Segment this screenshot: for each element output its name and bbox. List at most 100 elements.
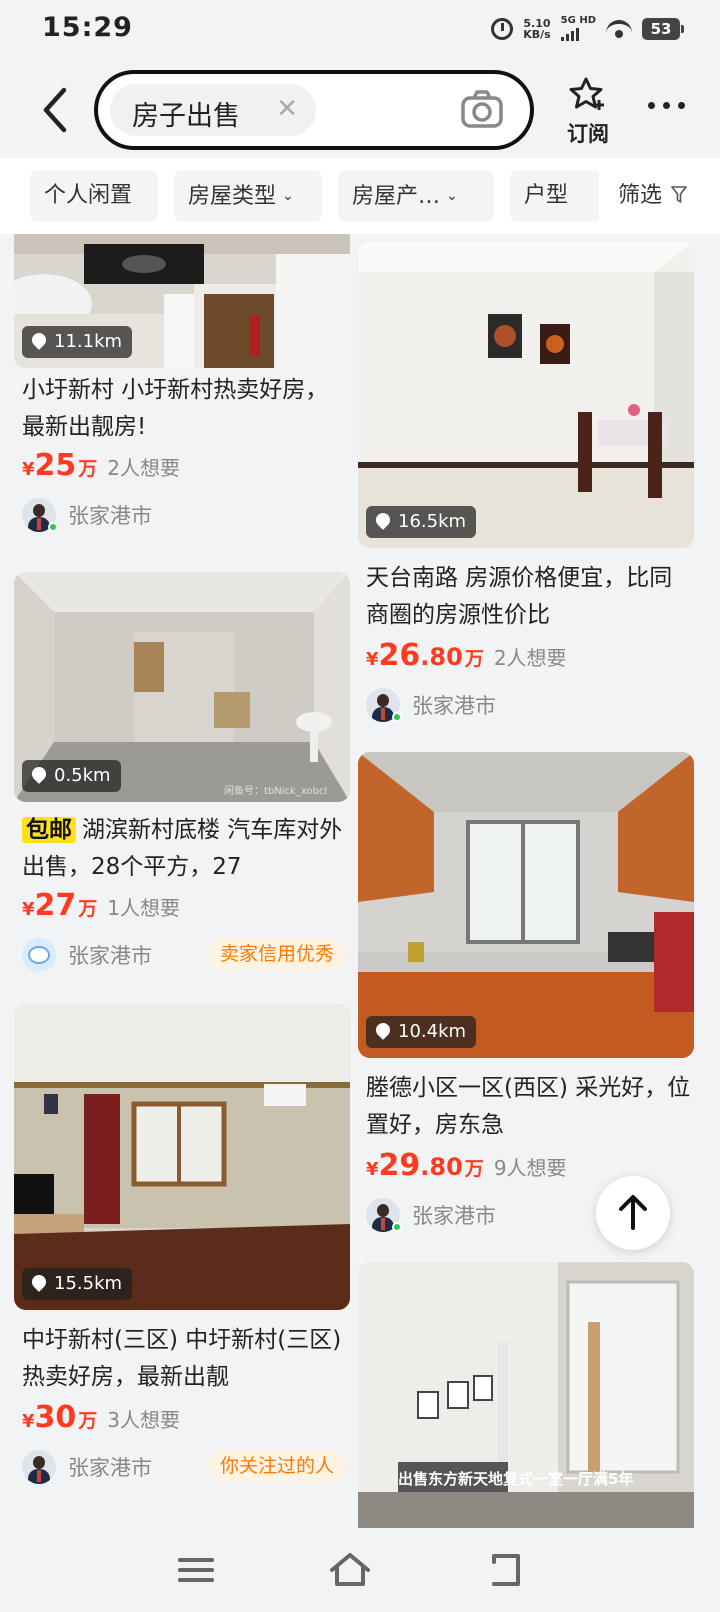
home-icon[interactable]	[326, 1546, 374, 1594]
menu-icon[interactable]	[172, 1546, 220, 1594]
photo-caption: 出售东方新天地复式一室一厅满5年	[398, 1470, 633, 1488]
distance-badge: 10.4km	[366, 1016, 477, 1048]
distance-badge: 16.5km	[366, 506, 477, 538]
filter-label: 房屋类型	[188, 184, 277, 209]
network-indicator: 5G HD	[560, 15, 596, 41]
online-indicator	[392, 712, 402, 722]
scroll-to-top-button[interactable]	[596, 1176, 670, 1250]
chevron-down-icon: ⌄	[446, 188, 458, 204]
price-value: 30	[34, 1400, 77, 1435]
listing-title: 小圩新村 小圩新村热卖好房，最新出靓房!	[22, 377, 329, 440]
listing-price: ¥26.80 万 2人想要	[366, 638, 567, 678]
listing-title: 包邮 湖滨新村底楼 汽车库对外出售，28个平方，27	[22, 812, 348, 886]
net-speed-value: 5.10	[523, 16, 551, 30]
avatar	[22, 938, 56, 972]
wants-count: 1人想要	[107, 896, 181, 920]
subscribe-label: 订阅	[567, 122, 609, 146]
seller-city: 张家港市	[68, 504, 152, 528]
price-value: 29	[378, 1148, 421, 1183]
funnel-icon	[671, 186, 687, 203]
price-unit: 万	[464, 1158, 484, 1180]
online-indicator	[392, 1222, 402, 1232]
status-time: 15:29	[42, 12, 133, 43]
price-value: 27	[34, 888, 77, 923]
search-header: 房子出售 ✕ 订阅	[0, 62, 720, 158]
currency-symbol: ¥	[366, 649, 379, 670]
network-label: 5G HD	[560, 15, 596, 26]
listing-photo: 闲鱼号：tbNick_xobcl 0.5km	[14, 572, 350, 802]
net-speed-unit: KB/s	[523, 27, 551, 41]
listing-card[interactable]: 闲鱼号：tbNick_xobcl 0.5km 包邮 湖滨新村底楼 汽车库对外出售，…	[14, 572, 350, 982]
filter-bar: 个人闲置 房屋类型 ⌄ 房屋产… ⌄ 户型 筛选	[0, 158, 720, 234]
wants-count: 2人想要	[493, 646, 567, 670]
listing-photo: 出售东方新天地复式一室一厅满5年	[358, 1262, 694, 1528]
filter-personal-idle[interactable]: 个人闲置	[30, 170, 158, 222]
filter-more-label: 筛选	[618, 183, 663, 208]
listing-card[interactable]: 16.5km 天台南路 房源价格便宜，比同商圈的房源性价比 ¥26.80 万 2人想…	[358, 242, 694, 728]
seller-row[interactable]: 张家港市	[22, 496, 348, 536]
net-speed: 5.10 KB/s	[523, 18, 550, 40]
battery-icon: 53	[642, 17, 684, 40]
status-icons: 5.10 KB/s 5G HD 53	[491, 15, 684, 41]
price-unit: 万	[464, 648, 484, 670]
filter-house-type[interactable]: 房屋类型 ⌄	[174, 170, 322, 222]
listing-price: ¥25 万 2人想要	[22, 448, 180, 488]
system-nav-bar	[0, 1528, 720, 1612]
price-unit: 万	[78, 1410, 98, 1432]
currency-symbol: ¥	[22, 459, 35, 480]
listing-photo: 10.4km	[358, 752, 694, 1058]
price-value: 26	[378, 638, 421, 673]
photo-watermark: 闲鱼号：tbNick_xobcl	[224, 784, 327, 797]
seller-row[interactable]: 张家港市 你关注过的人	[22, 1448, 348, 1488]
avatar	[22, 1450, 56, 1484]
filter-label: 房屋产…	[352, 184, 441, 209]
listing-card[interactable]: 10.4km 塍德小区一区(西区) 采光好，位置好，房东急 ¥29.80 万 9人想…	[358, 752, 694, 1238]
distance-badge: 15.5km	[22, 1268, 133, 1300]
camera-icon[interactable]	[460, 88, 504, 132]
listing-price: ¥30 万 3人想要	[22, 1400, 180, 1440]
filter-layout[interactable]: 户型	[510, 170, 600, 222]
search-keyword: 房子出售	[132, 101, 240, 132]
status-bar: 15:29 5.10 KB/s 5G HD 53	[0, 0, 720, 62]
price-decimal: .80	[420, 643, 463, 671]
seller-city: 张家港市	[68, 944, 152, 968]
price-value: 25	[34, 448, 77, 483]
clear-keyword-icon[interactable]: ✕	[276, 94, 298, 124]
followed-seller-tag: 你关注过的人	[207, 1450, 346, 1482]
seller-row[interactable]: 张家港市 卖家信用优秀	[22, 936, 348, 976]
listing-card[interactable]: 出售东方新天地复式一室一厅满5年	[358, 1262, 694, 1528]
filter-label: 户型	[524, 183, 569, 208]
search-keyword-chip[interactable]: 房子出售 ✕	[110, 84, 316, 136]
price-unit: 万	[78, 458, 98, 480]
chevron-down-icon: ⌄	[282, 188, 294, 204]
filter-property-rights[interactable]: 房屋产… ⌄	[338, 170, 494, 222]
listing-price: ¥27 万 1人想要	[22, 888, 180, 928]
seller-city: 张家港市	[412, 1204, 496, 1228]
currency-symbol: ¥	[22, 1411, 35, 1432]
listing-photo: 16.5km	[358, 242, 694, 548]
seller-row[interactable]: 张家港市	[366, 686, 692, 726]
listing-photo: 11.1km	[14, 234, 350, 368]
listing-title: 中圩新村(三区) 中圩新村(三区)热卖好房，最新出靓	[22, 1327, 342, 1390]
distance-badge: 0.5km	[22, 760, 121, 792]
subscribe-button[interactable]: 订阅	[562, 76, 614, 148]
listing-price: ¥29.80 万 9人想要	[366, 1148, 567, 1188]
listing-card[interactable]: 11.1km 小圩新村 小圩新村热卖好房，最新出靓房! ¥25 万 2人想要 张家港…	[14, 234, 350, 554]
wants-count: 2人想要	[107, 456, 181, 480]
listing-card[interactable]: 15.5km 中圩新村(三区) 中圩新村(三区)热卖好房，最新出靓 ¥30 万 3人…	[14, 1004, 350, 1528]
listing-title: 天台南路 房源价格便宜，比同商圈的房源性价比	[366, 565, 673, 628]
currency-symbol: ¥	[366, 1159, 379, 1180]
back-arrow-icon[interactable]	[36, 86, 76, 134]
search-box[interactable]: 房子出售 ✕	[94, 70, 534, 150]
price-unit: 万	[78, 898, 98, 920]
back-nav-icon[interactable]	[482, 1546, 530, 1594]
seller-city: 张家港市	[412, 694, 496, 718]
currency-symbol: ¥	[22, 899, 35, 920]
more-options-icon[interactable]	[648, 102, 685, 109]
price-decimal: .80	[420, 1153, 463, 1181]
alarm-icon	[491, 17, 514, 40]
filter-more-button[interactable]: 筛选	[598, 158, 720, 234]
listing-feed: 11.1km 小圩新村 小圩新村热卖好房，最新出靓房! ¥25 万 2人想要 张家港…	[0, 234, 720, 1528]
star-plus-icon	[569, 77, 604, 110]
filter-label: 个人闲置	[44, 183, 133, 208]
